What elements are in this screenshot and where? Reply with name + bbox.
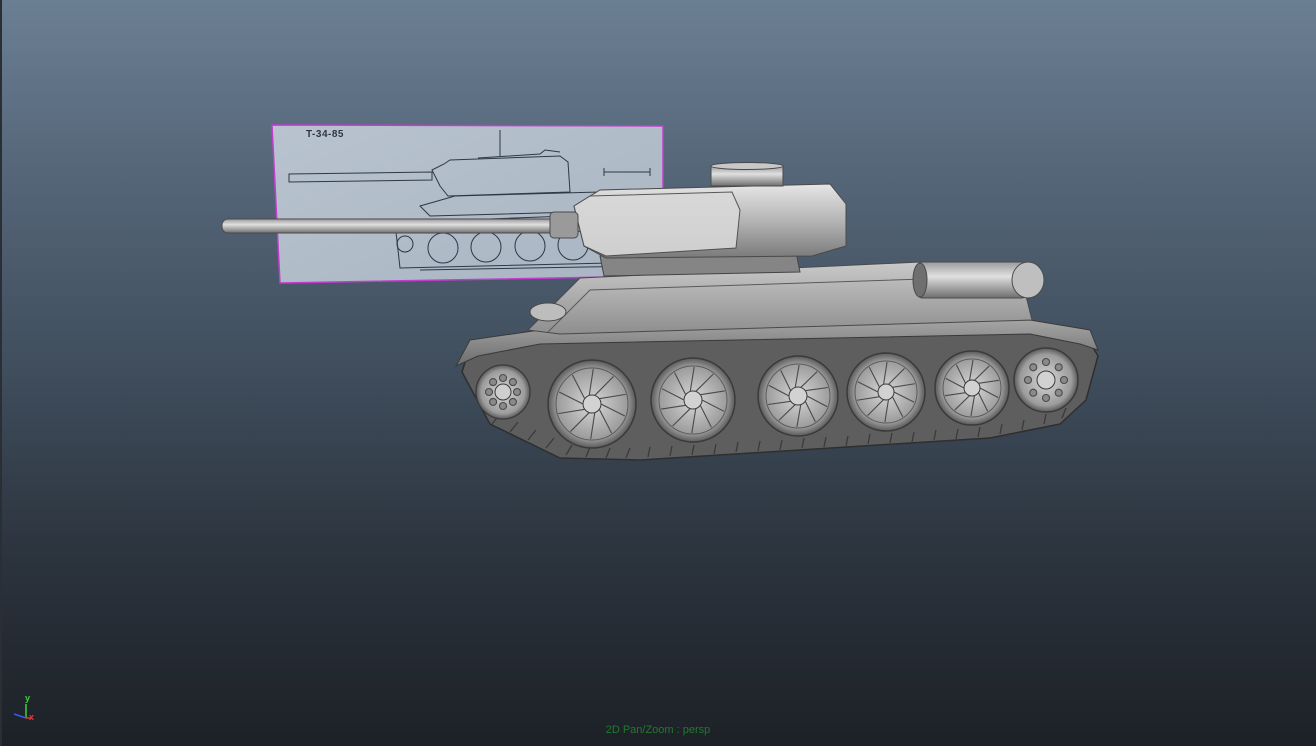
perspective-viewport[interactable]: T-34-85 y x 2D Pan/Zoom : persp [0, 0, 1316, 746]
wheel-hole [498, 373, 508, 383]
wheel-hole [1041, 357, 1051, 367]
wheel-hole [508, 397, 517, 406]
road-wheel [650, 357, 736, 443]
wheel-hole [1041, 393, 1051, 403]
scene-canvas[interactable] [0, 0, 1316, 746]
wheel-hole [489, 378, 498, 387]
road-wheel [934, 350, 1010, 426]
wheel-hole [484, 387, 494, 397]
fuel-drum [912, 261, 1045, 299]
axis-x-label: x [29, 712, 35, 722]
driver-hatch [529, 302, 567, 322]
wheel-hole [1029, 388, 1038, 397]
wheel-hole [508, 378, 517, 387]
road-wheel [547, 359, 637, 449]
image-plane-label: T-34-85 [306, 129, 344, 140]
wheel-hole [1059, 375, 1069, 385]
wheel-hole [1029, 363, 1038, 372]
drive-sprocket [1013, 347, 1079, 413]
wheel-hole [1023, 375, 1033, 385]
wheel-hole [1054, 388, 1063, 397]
axis-y-label: y [25, 693, 31, 703]
idler-wheel [475, 364, 531, 420]
wheel-hole [489, 397, 498, 406]
wheel-hole [498, 401, 508, 411]
wheel-hole [1054, 363, 1063, 372]
wheel-hole [512, 387, 522, 397]
road-wheel [757, 355, 839, 437]
hud-message: 2D Pan/Zoom : persp [605, 724, 711, 736]
road-wheel [846, 352, 926, 432]
